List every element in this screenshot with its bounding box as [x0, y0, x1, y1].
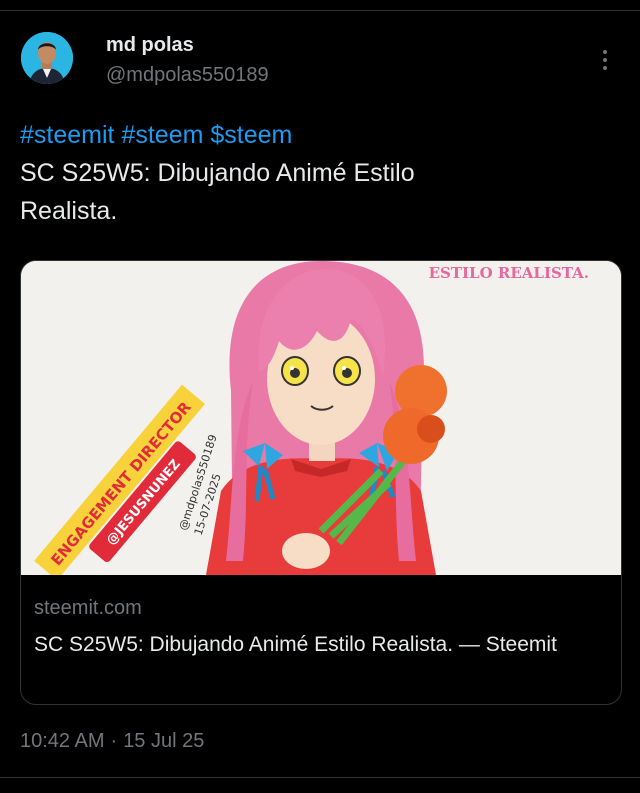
more-vertical-icon[interactable]	[594, 46, 616, 74]
post-time[interactable]: 10:42 AM	[20, 730, 105, 752]
hashtag-link[interactable]: #steemit	[20, 121, 114, 149]
avatar[interactable]	[21, 32, 73, 84]
post-text: #steemit #steem $steem SC S25W5: Dibujan…	[20, 116, 580, 230]
author-handle[interactable]: @mdpolas550189	[106, 64, 269, 87]
author-display-name[interactable]: md polas	[106, 34, 194, 57]
bottom-divider	[0, 777, 640, 778]
meta-separator: ·	[110, 730, 118, 752]
hashtag-line: #steemit #steem $steem	[20, 116, 580, 154]
hashtag-link[interactable]: #steem	[121, 121, 203, 149]
card-domain: steemit.com	[34, 597, 142, 619]
post-text-line: Realista.	[20, 197, 118, 225]
cashtag-link[interactable]: $steem	[210, 121, 292, 149]
link-preview-card[interactable]: ESTILO REALISTA. @mdpolas550189 15-07-20…	[20, 260, 622, 705]
post-timestamp[interactable]: 10:42 AM · 15 Jul 25	[20, 730, 204, 753]
post-date[interactable]: 15 Jul 25	[123, 730, 204, 752]
top-divider	[0, 10, 640, 11]
post-text-line: SC S25W5: Dibujando Animé Estilo	[20, 159, 415, 187]
image-title-text: ESTILO REALISTA.	[429, 264, 589, 282]
card-title[interactable]: SC S25W5: Dibujando Animé Estilo Realist…	[34, 629, 604, 661]
card-image[interactable]: ESTILO REALISTA. @mdpolas550189 15-07-20…	[21, 261, 621, 575]
